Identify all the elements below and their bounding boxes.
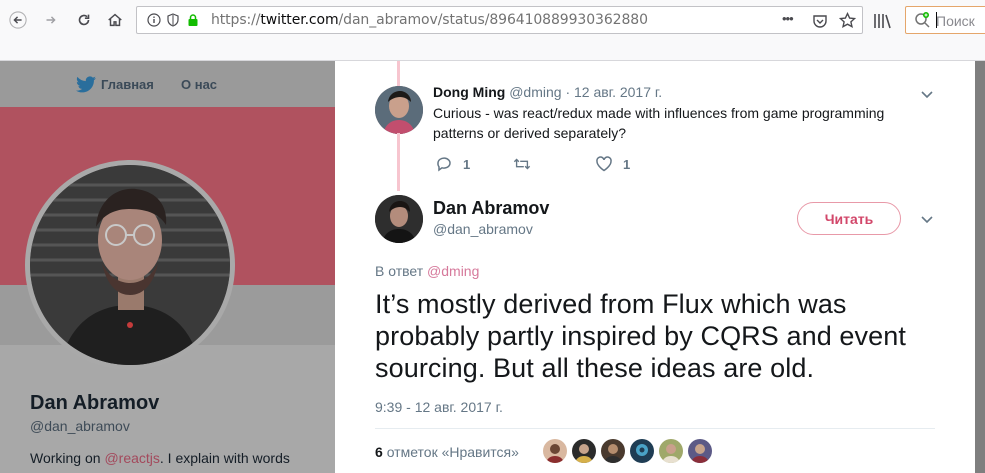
divider xyxy=(375,428,935,429)
like-action[interactable]: 1 xyxy=(595,155,630,173)
liker-avatar[interactable] xyxy=(630,439,654,463)
bookmark-star-icon[interactable] xyxy=(839,12,856,29)
forward-icon[interactable] xyxy=(38,7,64,33)
liker-avatar[interactable] xyxy=(543,439,567,463)
reply-text: Curious - was react/redux made with infl… xyxy=(433,105,885,141)
search-bar[interactable]: Поиск xyxy=(905,6,985,34)
chevron-down-icon[interactable] xyxy=(920,212,934,226)
tweet-modal: Dong Ming @dming · 12 авг. 2017 г. Curio… xyxy=(335,61,975,473)
main-author-handle[interactable]: @dan_abramov xyxy=(433,221,533,237)
reply-author-name[interactable]: Dong Ming xyxy=(433,84,505,100)
likes-count: 6 xyxy=(375,444,383,460)
reply-icon[interactable] xyxy=(435,155,453,173)
url-text[interactable]: https://twitter.com/dan_abramov/status/8… xyxy=(211,12,648,28)
search-placeholder: Поиск xyxy=(936,13,975,29)
profile-handle[interactable]: @dan_abramov xyxy=(30,418,130,434)
bio-link[interactable]: @reactjs xyxy=(104,450,159,466)
lock-icon xyxy=(188,14,198,26)
profile-name[interactable]: Dan Abramov xyxy=(30,392,159,415)
profile-avatar[interactable] xyxy=(25,160,235,370)
reply-count: 1 xyxy=(463,156,471,172)
home-icon[interactable] xyxy=(102,7,128,33)
reply-avatar[interactable] xyxy=(375,86,423,134)
browser-toolbar: https://twitter.com/dan_abramov/status/8… xyxy=(0,0,985,61)
chevron-down-icon[interactable] xyxy=(920,87,934,101)
liker-avatar[interactable] xyxy=(601,439,625,463)
pocket-icon[interactable] xyxy=(812,13,828,29)
twitter-bird-icon[interactable] xyxy=(76,76,96,93)
back-icon[interactable] xyxy=(5,7,31,33)
library-icon[interactable] xyxy=(873,12,893,30)
meta-separator: · xyxy=(565,84,571,100)
replying-to-handle[interactable]: @dming xyxy=(427,263,479,279)
liker-avatar[interactable] xyxy=(572,439,596,463)
tweet-timestamp[interactable]: 9:39 - 12 авг. 2017 г. xyxy=(375,399,503,415)
thread-line xyxy=(397,61,400,89)
reply-action[interactable]: 1 xyxy=(435,155,470,173)
reload-icon[interactable] xyxy=(71,7,97,33)
nav-home[interactable]: Главная xyxy=(101,77,154,92)
likes-label: отметок «Нравится» xyxy=(386,444,519,460)
profile-bio: Working on @reactjs. I explain with word… xyxy=(30,450,290,466)
likes-stat[interactable]: 6 отметок «Нравится» xyxy=(375,444,519,460)
replying-to: В ответ @dming xyxy=(375,263,480,279)
reply-date[interactable]: 12 авг. 2017 г. xyxy=(574,84,662,100)
retweet-action[interactable] xyxy=(513,155,531,173)
url-bar[interactable]: https://twitter.com/dan_abramov/status/8… xyxy=(136,6,863,34)
page-actions-icon[interactable]: ••• xyxy=(782,11,794,26)
reply-author[interactable]: Dong Ming @dming · 12 авг. 2017 г. xyxy=(433,84,662,100)
search-icon xyxy=(915,12,930,28)
tweet-text: It’s mostly derived from Flux which was … xyxy=(375,289,906,383)
retweet-icon[interactable] xyxy=(513,155,531,173)
reply-author-handle[interactable]: @dming xyxy=(509,84,561,100)
liker-avatar[interactable] xyxy=(659,439,683,463)
page-edge xyxy=(975,61,985,473)
nav-about[interactable]: О нас xyxy=(181,77,217,92)
main-author-name[interactable]: Dan Abramov xyxy=(433,198,549,219)
likers-list xyxy=(543,439,712,463)
thread-line xyxy=(397,133,400,191)
main-avatar[interactable] xyxy=(375,195,423,243)
follow-button[interactable]: Читать xyxy=(797,202,901,235)
like-count: 1 xyxy=(623,156,631,172)
liker-avatar[interactable] xyxy=(688,439,712,463)
info-icon[interactable] xyxy=(147,13,161,27)
heart-icon[interactable] xyxy=(595,155,613,173)
shield-icon[interactable] xyxy=(166,13,180,27)
